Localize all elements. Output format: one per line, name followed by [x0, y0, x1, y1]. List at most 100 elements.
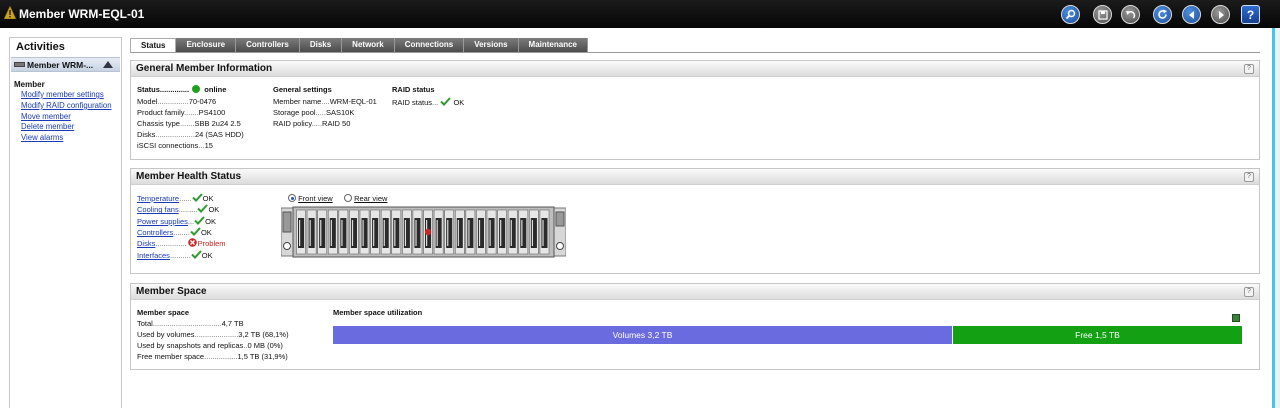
disk-handle-highlight — [542, 220, 544, 246]
space-value: 3,2 TB (68,1%) — [238, 330, 289, 339]
settings-row-member-name: Member name....WRM-EQL-01 — [273, 97, 377, 107]
settings-row-raid-policy: RAID policy.....RAID 50 — [273, 119, 350, 129]
tab-connections[interactable]: Connections — [394, 38, 465, 52]
back-icon[interactable] — [1182, 5, 1201, 24]
tab-enclosure[interactable]: Enclosure — [176, 38, 237, 52]
general-member-panel: General Member Information ? Status.....… — [130, 60, 1260, 160]
disk-handle — [499, 218, 506, 248]
collapse-up-icon[interactable] — [103, 61, 113, 68]
health-link-cooling-fans[interactable]: Cooling fans — [137, 205, 179, 214]
settings-value: RAID 50 — [322, 119, 351, 128]
disk-handle — [393, 218, 400, 248]
disk-handle-highlight — [521, 220, 523, 246]
general-member-title: General Member Information — [136, 63, 273, 74]
disk-handle — [509, 218, 516, 248]
left-ear-panel — [282, 211, 292, 233]
right-ear-knob — [556, 242, 564, 250]
volumes-usage-bar: Volumes 3,2 TB — [333, 326, 952, 344]
tab-network[interactable]: Network — [342, 38, 395, 52]
right-ear-panel — [555, 211, 565, 227]
health-row-interfaces: Interfaces.......... OK — [137, 249, 213, 261]
raid-status-dots: ... — [432, 98, 439, 107]
info-row-disks: Disks...................24 (SAS HDD) — [137, 130, 244, 140]
info-label: Model — [137, 97, 158, 106]
selected-member-item[interactable]: Member WRM-... — [11, 57, 120, 72]
disk-handle — [382, 218, 389, 248]
disk-handle-highlight — [351, 220, 354, 246]
disk-handle — [467, 218, 474, 248]
ok-check-icon — [194, 215, 205, 225]
tab-status[interactable]: Status — [130, 38, 177, 52]
search-icon[interactable] — [1061, 5, 1080, 24]
tab-versions[interactable]: Versions — [464, 38, 519, 52]
ok-check-icon — [191, 249, 202, 259]
disk-handle — [541, 218, 548, 248]
disk-handle-highlight — [531, 220, 534, 246]
view-alarms-link[interactable]: View alarms — [21, 133, 112, 144]
disk-handle-highlight — [299, 220, 301, 246]
health-link-temperature[interactable]: Temperature — [137, 194, 179, 203]
delete-member-link[interactable]: Delete member — [21, 122, 112, 133]
info-dots: ............... — [157, 97, 189, 106]
space-row-snapshots: Used by snapshots and replicas..0 MB (0%… — [137, 341, 283, 351]
help-icon[interactable]: ? — [1244, 287, 1254, 297]
health-link-controllers[interactable]: Controllers — [137, 228, 173, 237]
health-value: Problem — [197, 239, 226, 249]
health-value: OK — [205, 216, 216, 226]
refresh-icon[interactable] — [1153, 5, 1172, 24]
space-dots: ..................... — [194, 330, 239, 339]
move-member-link[interactable]: Move member — [21, 112, 112, 123]
window-title: Member WRM-EQL-01 — [19, 7, 145, 21]
disk-handle — [361, 218, 368, 248]
member-health-header: Member Health Status ? — [131, 169, 1259, 185]
front-view-label: Front view — [298, 194, 333, 203]
help-icon[interactable]: ? — [1241, 5, 1260, 24]
space-row-used-by-volumes: Used by volumes.....................3,2 … — [137, 330, 289, 340]
settings-row-storage-pool: Storage pool.....SAS10K — [273, 108, 354, 118]
help-icon[interactable]: ? — [1244, 172, 1254, 182]
left-ear-knob — [283, 242, 291, 250]
info-row-product-family: Product family.......PS4100 — [137, 108, 225, 118]
help-icon[interactable]: ? — [1244, 64, 1254, 74]
forward-icon[interactable] — [1211, 5, 1230, 24]
info-dots: ....... — [179, 119, 195, 128]
space-value: 0 MB (0%) — [247, 341, 283, 350]
problem-x-icon — [187, 238, 197, 247]
health-row-controllers: Controllers........ OK — [137, 227, 212, 238]
tab-disks[interactable]: Disks — [299, 38, 343, 52]
disk-handle — [298, 218, 305, 248]
front-view-radio[interactable] — [288, 194, 296, 202]
undo-icon[interactable] — [1121, 5, 1140, 24]
status-line: Status.............. online — [137, 85, 226, 95]
disk-handle — [350, 218, 357, 248]
member-space-subtitle: Member space — [137, 308, 190, 317]
settings-dots: .... — [321, 97, 330, 106]
health-link-disks[interactable]: Disks — [137, 239, 155, 248]
health-value: OK — [202, 194, 214, 203]
activities-panel: Activities Member WRM-... Member Modify … — [9, 37, 122, 408]
info-value: SBB 2u24 2.5 — [194, 119, 241, 128]
save-icon[interactable] — [1093, 5, 1112, 24]
info-dots: ................... — [155, 130, 195, 139]
health-link-interfaces[interactable]: Interfaces — [137, 251, 170, 260]
space-label: Free member space — [137, 352, 205, 361]
health-value: OK — [200, 227, 212, 237]
rear-view-radio[interactable] — [344, 194, 352, 202]
tab-controllers[interactable]: Controllers — [236, 38, 300, 52]
tab-maintenance[interactable]: Maintenance — [518, 38, 589, 52]
tab-underline — [130, 52, 1260, 53]
front-view-option[interactable]: Front view — [288, 194, 333, 204]
health-row-power-supplies: Power supplies... OK — [137, 215, 216, 227]
export-icon[interactable] — [1232, 314, 1240, 322]
raid-status-row: RAID status... OK — [392, 97, 464, 108]
settings-label: Member name — [273, 97, 322, 106]
window-edge-shadow — [1275, 28, 1280, 408]
settings-value: SAS10K — [325, 108, 355, 117]
modify-member-settings-link[interactable]: Modify member settings — [21, 90, 112, 101]
modify-raid-configuration-link[interactable]: Modify RAID configuration — [21, 101, 112, 112]
health-link-power-supplies[interactable]: Power supplies — [137, 217, 188, 226]
rear-view-option[interactable]: Rear view — [344, 194, 387, 204]
disk-handle — [488, 218, 495, 248]
info-value: 24 (SAS HDD) — [194, 130, 244, 139]
settings-value: WRM-EQL-01 — [329, 97, 377, 106]
